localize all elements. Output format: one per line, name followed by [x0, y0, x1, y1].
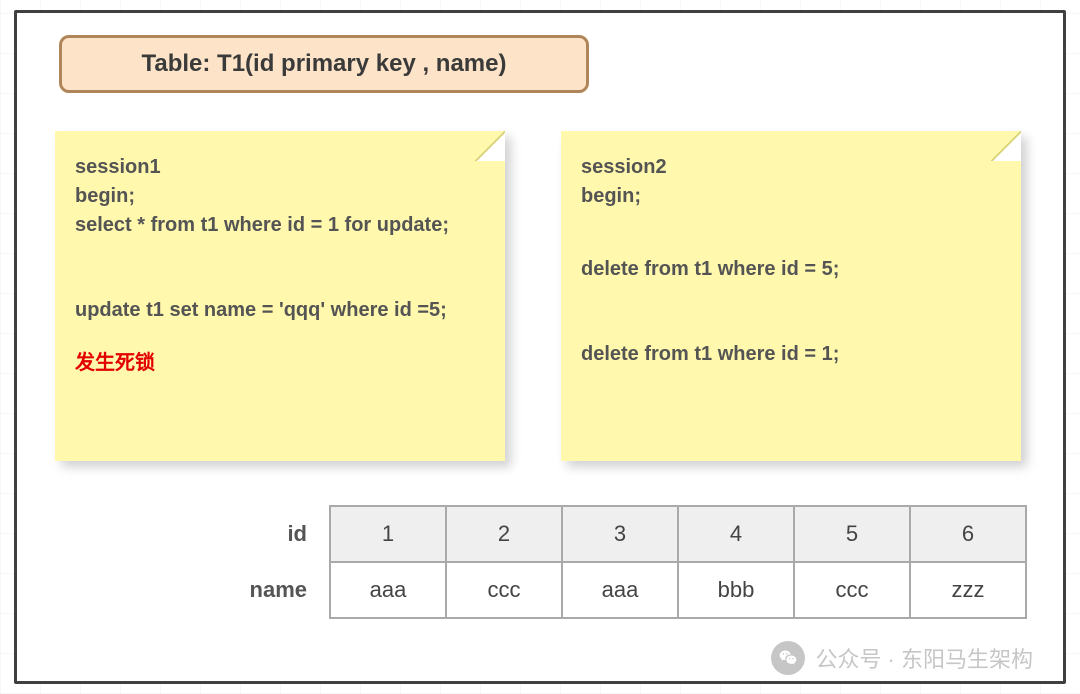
session2-note: session2 begin; delete from t1 where id …: [561, 131, 1021, 461]
name-cell: ccc: [794, 562, 910, 618]
session1-update: update t1 set name = 'qqq' where id =5;: [75, 296, 485, 325]
id-cell: 2: [446, 506, 562, 562]
session2-delete-1: delete from t1 where id = 5;: [581, 255, 1001, 284]
table-row-name: aaa ccc aaa bbb ccc zzz: [330, 562, 1026, 618]
data-table-area: id name 1 2 3 4 5 6 aaa ccc aaa bbb ccc …: [167, 505, 1027, 619]
id-cell: 4: [678, 506, 794, 562]
spacer: [581, 211, 1001, 255]
name-cell: aaa: [562, 562, 678, 618]
session1-header: session1: [75, 153, 485, 182]
data-table: 1 2 3 4 5 6 aaa ccc aaa bbb ccc zzz: [329, 505, 1027, 619]
diagram-frame: Table: T1(id primary key , name) session…: [14, 10, 1066, 684]
session1-select: select * from t1 where id = 1 for update…: [75, 211, 485, 240]
name-cell: bbb: [678, 562, 794, 618]
table-row-id: 1 2 3 4 5 6: [330, 506, 1026, 562]
name-row-label: name: [167, 562, 317, 618]
spacer: [75, 325, 485, 349]
id-cell: 3: [562, 506, 678, 562]
spacer: [75, 240, 485, 296]
watermark-text: 公众号 · 东阳马生架构: [815, 642, 1033, 674]
session1-begin: begin;: [75, 182, 485, 211]
table-definition-text: Table: T1(id primary key , name): [141, 50, 506, 78]
session2-header: session2: [581, 153, 1001, 182]
session1-note: session1 begin; select * from t1 where i…: [55, 131, 505, 461]
name-cell: ccc: [446, 562, 562, 618]
session2-delete-2: delete from t1 where id = 1;: [581, 340, 1001, 369]
row-labels: id name: [167, 505, 317, 619]
name-cell: zzz: [910, 562, 1026, 618]
id-row-label: id: [167, 506, 317, 562]
session2-begin: begin;: [581, 182, 1001, 211]
watermark: 公众号 · 东阳马生架构: [771, 641, 1033, 675]
wechat-icon: [771, 641, 805, 675]
spacer: [581, 284, 1001, 340]
id-cell: 1: [330, 506, 446, 562]
table-definition-box: Table: T1(id primary key , name): [59, 35, 589, 93]
id-cell: 5: [794, 506, 910, 562]
id-cell: 6: [910, 506, 1026, 562]
name-cell: aaa: [330, 562, 446, 618]
deadlock-label: 发生死锁: [75, 349, 485, 378]
